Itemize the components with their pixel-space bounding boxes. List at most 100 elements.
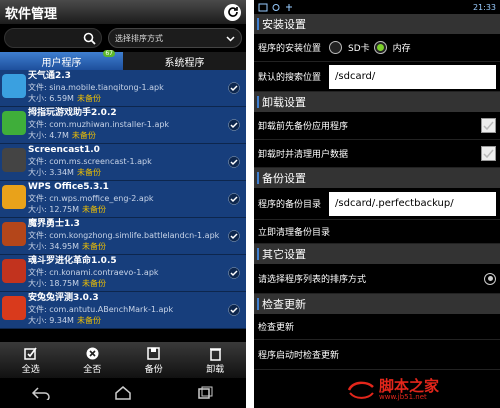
app-file: 文件: cn.konami.contraevo-1.apk [28,268,159,277]
app-list-item[interactable]: 魔界勇士1.3 文件: com.kongzhong.simlife.battle… [0,218,246,255]
toolbar-button-uninstall[interactable]: 卸载 [185,342,247,378]
app-size: 大小: 9.34M [28,316,74,325]
backup-dir-field[interactable]: /sdcard/.perfectbackup/ [329,191,496,216]
title-bar: 软件管理 [0,0,246,24]
tab-label: 系统程序 [164,57,205,69]
checkmark-icon[interactable] [228,193,240,205]
notification-icon [258,3,268,11]
check-update-row[interactable]: 检查更新 [254,314,500,340]
search-location-label: 默认的搜索位置 [258,73,322,83]
page-title: 软件管理 [5,6,58,22]
app-size: 大小: 12.75M [28,205,80,214]
sort-order-row[interactable]: 请选择程序列表的排序方式 [254,264,500,294]
sd-card-label: SD卡 [348,44,370,54]
clear-data-row[interactable]: 卸载时并清理用户数据 [254,140,500,168]
usb-icon [286,3,292,11]
warrior-icon [2,222,26,246]
backup-status: 未备份 [76,168,101,177]
app-name: 魂斗罗进化革命1.0.5 [28,256,117,266]
bottom-toolbar: 全选 全否 备份 卸载 [0,342,246,378]
section-backup-settings: 备份设置 [254,168,500,188]
install-location-options: SD卡 内存 [329,41,411,54]
camera-icon [2,148,26,172]
sync-icon [272,3,280,11]
checkmark-icon[interactable] [228,304,240,316]
recent-apps-icon[interactable] [195,386,215,400]
chevron-down-icon [226,35,235,42]
refresh-icon[interactable] [224,3,241,21]
check-icon [483,149,494,159]
left-screen: 软件管理 选择排序方式 用户程序 67 系统程序 天气通2.3 文件: sina… [0,0,246,408]
checkmark-icon[interactable] [228,82,240,94]
backup-before-uninstall-checkbox[interactable] [481,118,496,133]
app-list-item[interactable]: WPS Office5.3.1 文件: cn.wps.moffice_eng-2… [0,181,246,218]
app-name: 魔界勇士1.3 [28,219,80,229]
toolbar-label: 全选 [21,364,40,375]
app-list-item[interactable]: 魂斗罗进化革命1.0.5 文件: cn.konami.contraevo-1.a… [0,255,246,292]
contra-icon [2,259,26,283]
app-size: 大小: 34.95M [28,242,80,251]
wps-icon [2,185,26,209]
internal-memory-radio[interactable] [373,41,387,54]
checkmark-icon[interactable] [228,230,240,242]
select-all-icon [24,347,37,360]
install-location-row: 程序的安装位置 SD卡 内存 [254,34,500,62]
clean-backup-dir-row[interactable]: 立即清理备份目录 [254,220,500,244]
right-screen: 21:33 安装设置 程序的安装位置 SD卡 内存 默认的搜索位置 /sdcar… [254,0,500,408]
search-icon [83,32,96,45]
checkmark-icon[interactable] [228,156,240,168]
plus-icon [2,111,26,135]
sort-select[interactable]: 选择排序方式 [108,28,242,48]
checkmark-icon[interactable] [228,119,240,131]
app-list-item[interactable]: 拇指玩游戏助手2.0.2 文件: com.muzhiwan.installer-… [0,107,246,144]
install-location-label: 程序的安装位置 [258,44,322,54]
tab-label: 用户程序 [41,57,82,69]
search-input[interactable] [4,28,102,48]
app-list-item[interactable]: 天气通2.3 文件: sina.mobile.tianqitong-1.apk … [0,70,246,107]
section-uninstall-settings: 卸载设置 [254,92,500,112]
clear-data-checkbox[interactable] [481,146,496,161]
app-file: 文件: com.ms.screencast-1.apk [28,157,152,166]
sd-card-radio[interactable] [329,41,343,54]
app-list: 天气通2.3 文件: sina.mobile.tianqitong-1.apk … [0,70,246,364]
toolbar-button-backup[interactable]: 备份 [123,342,185,378]
tab-user-apps[interactable]: 用户程序 67 [0,50,123,70]
clock: 21:33 [472,2,496,12]
tab-system-apps[interactable]: 系统程序 [123,52,246,70]
internal-memory-label: 内存 [392,44,411,54]
tab-bar: 用户程序 67 系统程序 [0,50,246,70]
app-file: 文件: com.antutu.ABenchMark-1.apk [28,305,174,314]
app-file: 文件: com.muzhiwan.installer-1.apk [28,120,170,129]
app-list-item[interactable]: Screencast1.0 文件: com.ms.screencast-1.ap… [0,144,246,181]
app-size: 大小: 6.59M [28,94,74,103]
antutu-icon [2,296,26,320]
backup-icon [147,346,160,360]
uninstall-icon [209,347,221,361]
app-list-item[interactable]: 安兔兔评测3.0.3 文件: com.antutu.ABenchMark-1.a… [0,292,246,329]
backup-status: 未备份 [76,316,101,325]
checkmark-icon[interactable] [228,267,240,279]
app-name: Screencast1.0 [28,145,100,155]
back-icon[interactable] [31,386,51,400]
toolbar-label: 卸载 [206,364,225,375]
toolbar-button-select-all[interactable]: 全选 [0,342,62,378]
sort-order-label: 请选择程序列表的排序方式 [258,275,367,285]
section-install-settings: 安装设置 [254,14,500,34]
section-other-settings: 其它设置 [254,244,500,264]
check-icon [483,121,494,131]
sort-select-label: 选择排序方式 [115,33,163,43]
app-size: 大小: 18.75M [28,279,80,288]
toolbar-button-deselect[interactable]: 全否 [62,342,124,378]
backup-status: 未备份 [82,205,107,214]
check-update-on-start-row[interactable]: 程序启动时检查更新 [254,340,500,370]
home-icon[interactable] [113,386,133,400]
search-location-field[interactable]: /sdcard/ [329,64,496,89]
backup-dir-row: 程序的备份目录 /sdcard/.perfectbackup/ [254,188,500,220]
status-bar: 21:33 [254,0,500,14]
dropdown-icon[interactable] [484,272,496,285]
app-name: 拇指玩游戏助手2.0.2 [28,108,117,118]
backup-status: 未备份 [82,279,107,288]
backup-before-uninstall-row[interactable]: 卸载前先备份应用程序 [254,112,500,140]
nav-bar [0,378,246,408]
app-name: 天气通2.3 [28,71,71,81]
